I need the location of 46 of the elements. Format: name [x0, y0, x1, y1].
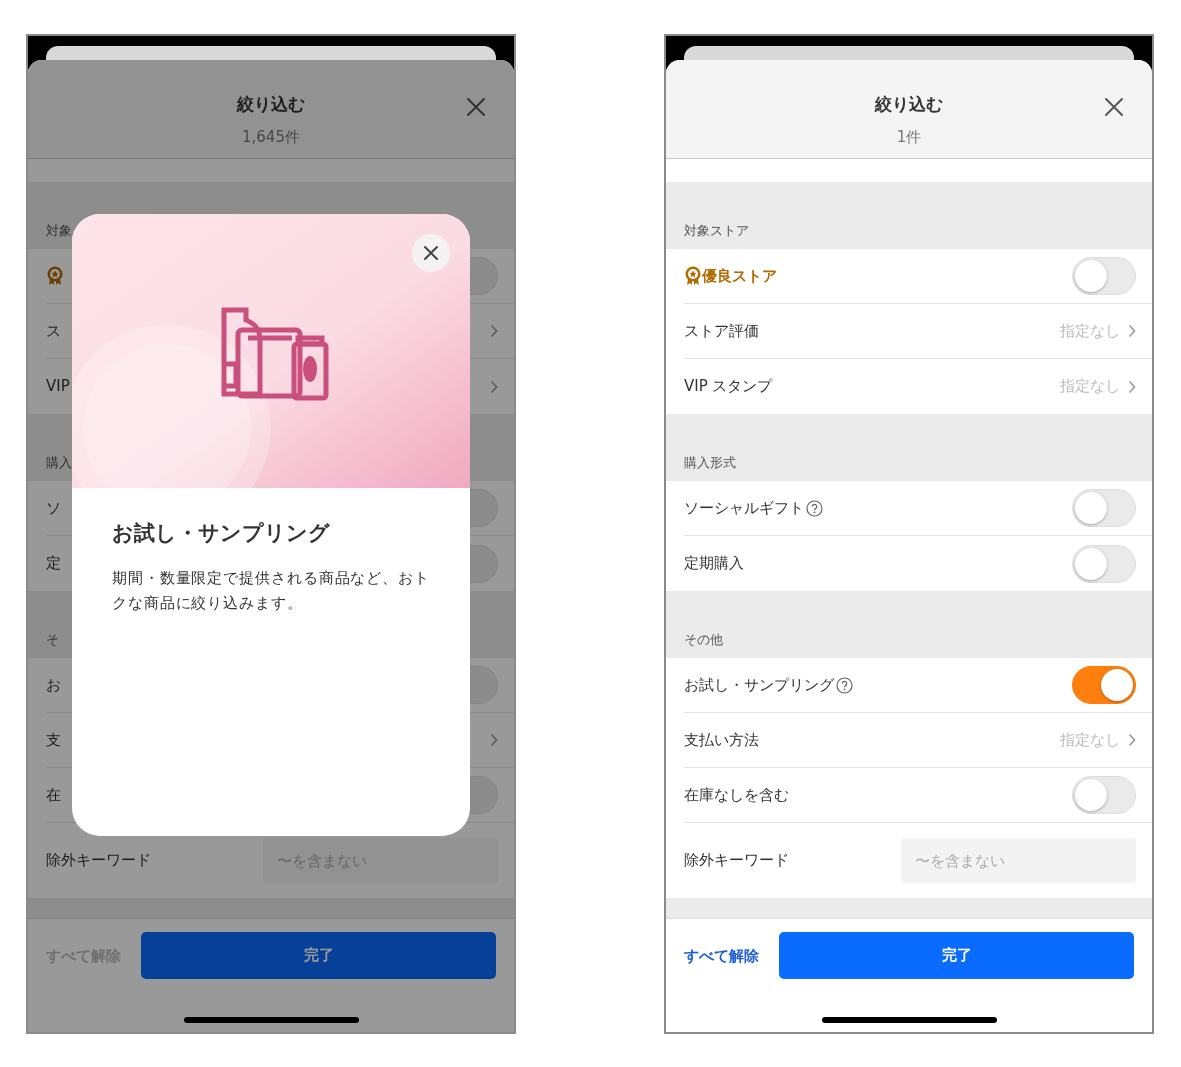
row-label: 優良ストア: [702, 265, 777, 287]
chevron-icon: [1128, 324, 1136, 338]
result-count: 1件: [896, 126, 922, 148]
sheet-title: 絞り込む: [237, 93, 305, 116]
section-header: 対象ストア: [666, 182, 1152, 249]
row-value: 指定なし: [1060, 320, 1120, 342]
row-label: ソ: [46, 497, 61, 519]
help-icon[interactable]: [836, 676, 853, 694]
chevron-icon: [490, 379, 498, 394]
row-label: 定期購入: [684, 553, 744, 575]
done-button[interactable]: 完了: [779, 932, 1134, 979]
row-label: VIP スタンプ: [684, 376, 773, 398]
row-label: 除外キーワード: [684, 850, 789, 872]
chevron-icon: [490, 324, 498, 338]
row-value: 指定なし: [1060, 376, 1120, 398]
result-count: 1,645件: [242, 126, 300, 148]
row-value: 指定なし: [1060, 729, 1120, 751]
close-icon: [423, 245, 439, 261]
section-header: その他: [666, 591, 1152, 658]
row-label: 支払い方法: [684, 729, 759, 751]
toggle-switch[interactable]: [1072, 666, 1136, 704]
badge-icon: [46, 266, 64, 286]
row-label: ストア評価: [684, 320, 759, 342]
section-header: 購入形式: [666, 414, 1152, 481]
row-label: VIP: [46, 376, 70, 398]
row-label: お: [46, 674, 61, 696]
close-icon: [1104, 96, 1124, 117]
row-label: ソーシャルギフト: [684, 497, 804, 519]
row-label: 定: [46, 553, 61, 575]
keyword-field[interactable]: 〜を含まない: [901, 838, 1136, 883]
close-icon: [466, 96, 486, 117]
row-label: ス: [46, 320, 61, 342]
sheet-title: 絞り込む: [875, 93, 943, 116]
chevron-icon: [1128, 733, 1136, 747]
help-icon[interactable]: [806, 499, 823, 517]
done-button[interactable]: 完了: [141, 932, 496, 979]
row-label: 在庫なしを含む: [684, 784, 789, 806]
row-label: お試し・サンプリング: [684, 674, 834, 696]
dialog-title: お試し・サンプリング: [112, 520, 331, 547]
clear-all-button[interactable]: すべて解除: [684, 945, 759, 968]
row-label: 在: [46, 784, 61, 806]
chevron-icon: [1128, 379, 1136, 394]
chevron-icon: [490, 733, 498, 747]
row-label: 除外キーワード: [46, 850, 151, 872]
badge-icon: [684, 266, 702, 286]
row-label: 支: [46, 729, 61, 751]
